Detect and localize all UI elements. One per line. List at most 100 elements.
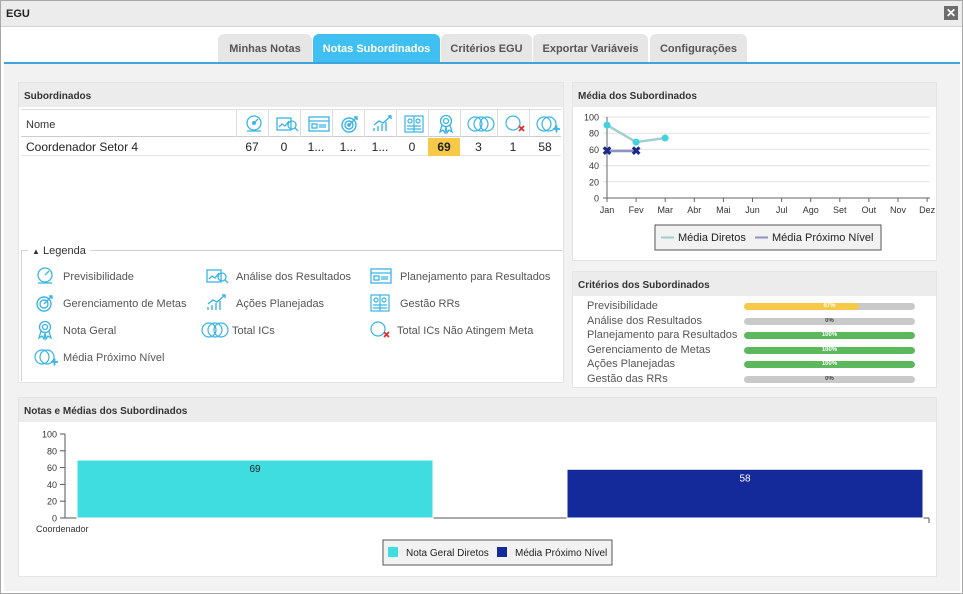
cell-previsibilidade: 67: [245, 140, 259, 154]
chart-legend: Nota Geral Diretos Média Próximo Nível: [382, 539, 613, 566]
legenda-title: Legenda: [42, 245, 86, 257]
y-tick-label: 60: [47, 463, 57, 473]
legend-label: Gerenciamento de Metas: [63, 298, 187, 310]
y-tick-label: 40: [589, 161, 599, 171]
total-ics-nao-atingem-icon[interactable]: [497, 110, 529, 137]
bar-chart: 0 20 40 60 80 100 69 58 Coordenador Nota Geral Di…: [36, 430, 930, 566]
bar-value-label: 69: [249, 464, 261, 475]
y-tick-label: 20: [589, 177, 599, 187]
criterio-label: Planejamento para Resultados: [587, 329, 738, 341]
data-point: ✖: [631, 144, 641, 158]
x-tick-label: Dez: [919, 205, 936, 215]
x-tick-label: Abr: [687, 205, 701, 215]
gerenciamento-metas-icon[interactable]: [332, 110, 364, 137]
name-column-header[interactable]: Nome: [26, 119, 55, 131]
x-tick-label: Mar: [657, 205, 673, 215]
criterio-progress-bar: 100%: [744, 346, 915, 354]
legend-label: Média Próximo Nível: [515, 548, 607, 559]
cell-nota-geral: 69: [428, 138, 460, 156]
legend-label: Total ICs: [232, 325, 275, 337]
total-ics-icon[interactable]: [460, 110, 497, 137]
tab-criterios-egu[interactable]: Critérios EGU: [441, 34, 532, 64]
cell-analise-resultados: 0: [280, 140, 288, 154]
cell-planejamento-resultados: 1...: [307, 140, 325, 154]
x-tick-label: Jul: [776, 205, 788, 215]
chart-legend: Média Diretos Média Próximo Nível: [654, 224, 882, 251]
gestao-rrs-icon[interactable]: [396, 110, 428, 137]
cell-gestao-rrs: 0: [408, 140, 416, 154]
total-ics-icon: [201, 322, 229, 338]
criterio-progress-bar: 100%: [744, 332, 915, 339]
previsibilidade-icon[interactable]: [236, 110, 268, 137]
tab-underline: [4, 62, 960, 64]
criterio-progress-bar: 67%: [744, 303, 915, 310]
legend-label: Nota Geral: [63, 325, 117, 337]
subordinados-title: Subordinados: [19, 83, 563, 107]
criterio-label: Análise dos Resultados: [587, 314, 702, 327]
line-chart: 0 20 40 60 80 100 Jan Fev Mar Abr Mai Jun Jul Ago Set O…: [584, 113, 936, 251]
data-point: [603, 121, 611, 129]
criterio-percent-text: 100%: [821, 346, 838, 353]
close-icon[interactable]: ✕: [944, 6, 958, 20]
data-point: [661, 134, 669, 142]
legenda-fieldset: ▲ Legenda Previsibilidade Análise dos Re…: [21, 245, 562, 381]
table-row[interactable]: Coordenador Setor 4 67 0 1... 1... 1... …: [21, 138, 561, 156]
x-tick-label: Out: [862, 205, 877, 215]
analise-resultados-icon: [206, 269, 229, 284]
y-tick-label: 80: [589, 129, 599, 139]
legenda-header[interactable]: ▲ Legenda: [28, 245, 90, 257]
acoes-planejadas-icon[interactable]: [364, 110, 396, 137]
subordinados-panel: Subordinados Nome Coordenador Setor 4 67…: [18, 82, 564, 383]
x-tick-label: Mai: [716, 205, 731, 215]
legend-label: Média Diretos: [678, 232, 746, 244]
triangle-up-icon[interactable]: ▲: [32, 247, 40, 256]
legend-label: Total ICs Não Atingem Meta: [397, 325, 534, 337]
legend-label: Média Próximo Nível: [63, 352, 165, 364]
y-tick-label: 20: [47, 497, 57, 507]
y-tick-label: 60: [589, 145, 599, 155]
y-tick-label: 0: [52, 514, 57, 524]
x-tick-label: Jun: [745, 205, 760, 215]
cell-media-proximo-nivel: 58: [538, 140, 552, 154]
y-tick-label: 40: [47, 480, 57, 490]
legend-label: Nota Geral Diretos: [406, 548, 489, 559]
planejamento-resultados-icon[interactable]: [300, 110, 332, 137]
nota-geral-icon: [37, 320, 53, 341]
gestao-rrs-icon: [370, 294, 390, 312]
tab-configuracoes[interactable]: Configurações: [650, 34, 747, 64]
subordinate-name: Coordenador Setor 4: [26, 140, 139, 154]
dialog-window: EGU ✕ Minhas Notas Notas Subordinados Cr…: [0, 0, 963, 594]
criterio-percent-text: 100%: [821, 332, 838, 338]
notas-medias-panel: Notas e Médias dos Subordinados 0 20 40 60 8…: [18, 397, 937, 577]
tab-notas-subordinados[interactable]: Notas Subordinados: [313, 34, 440, 64]
legend-label: Análise dos Resultados: [236, 271, 351, 283]
y-tick-label: 0: [594, 194, 599, 204]
nota-geral-icon[interactable]: [428, 110, 460, 137]
legend-label: Planejamento para Resultados: [400, 271, 551, 283]
y-tick-label: 100: [584, 113, 599, 123]
tab-bar: Minhas Notas Notas Subordinados Critério…: [4, 28, 960, 64]
grid-header: Nome: [21, 109, 561, 137]
acoes-planejadas-icon: [207, 294, 226, 310]
cell-acoes-planejadas: 1...: [371, 140, 389, 154]
criterio-label: Gerenciamento de Metas: [587, 343, 711, 356]
media-subordinados-title: Média dos Subordinados: [573, 83, 936, 107]
total-ics-nao-atingem-icon: [370, 321, 390, 338]
analise-resultados-icon[interactable]: [268, 110, 300, 137]
x-tick-label: Jan: [600, 205, 615, 215]
planejamento-resultados-icon: [370, 268, 392, 284]
legend-swatch: [388, 547, 398, 557]
media-subordinados-panel: Média dos Subordinados 0 20 40 60 80 100 Jan Fe…: [572, 82, 937, 261]
media-proximo-nivel-icon[interactable]: [529, 110, 561, 137]
x-category-label: Coordenador: [36, 524, 89, 534]
legend-label: Média Próximo Nível: [772, 232, 873, 244]
cell-gerenciamento-metas: 1...: [339, 140, 357, 154]
legend-label: Previsibilidade: [63, 271, 134, 283]
criterio-percent-text: 67%: [823, 303, 836, 309]
x-tick-label: Nov: [890, 205, 907, 215]
criterio-percent-text: 0%: [825, 375, 834, 382]
tab-minhas-notas[interactable]: Minhas Notas: [218, 34, 312, 64]
x-tick-label: Set: [833, 205, 847, 215]
tab-exportar-variaveis[interactable]: Exportar Variáveis: [533, 34, 648, 64]
criterio-progress-bar: 100%: [744, 361, 915, 368]
